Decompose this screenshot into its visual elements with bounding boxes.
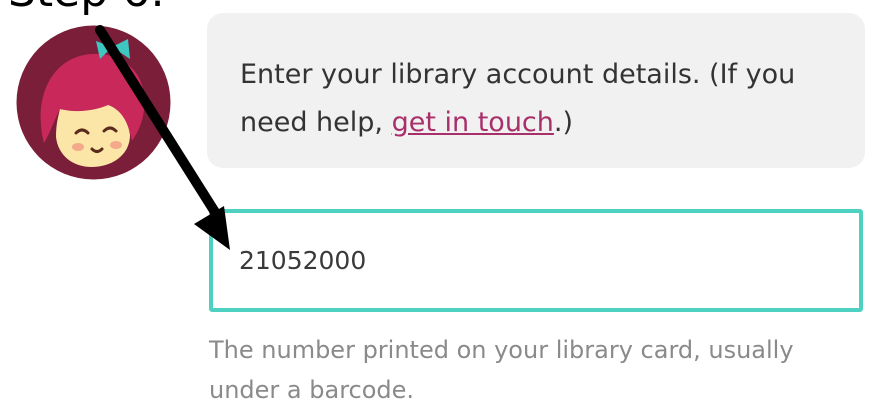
instructions-text: Enter your library account details. (If … — [240, 51, 825, 147]
instructions-text-after-link: .) — [553, 107, 574, 138]
card-number-hint: The number printed on your library card,… — [209, 336, 794, 400]
instructions-bubble: Enter your library account details. (If … — [207, 13, 865, 168]
libby-sign-in-step: Step 6: Enter your library account detai… — [0, 0, 880, 400]
step-label: Step 6: — [8, 0, 165, 14]
library-card-number-input[interactable] — [209, 209, 863, 312]
get-in-touch-link[interactable]: get in touch — [392, 107, 554, 138]
libby-mascot-icon — [16, 25, 171, 180]
